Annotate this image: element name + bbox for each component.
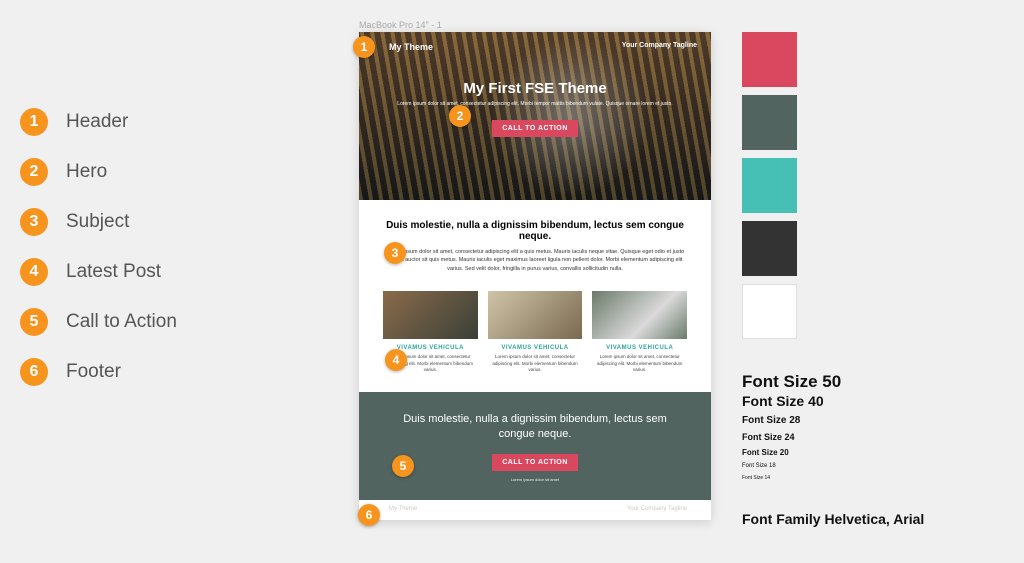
footer-tagline: Your Company Tagline <box>627 506 687 512</box>
badge-1: 1 <box>20 108 48 136</box>
page-mockup: My Theme Your Company Tagline My First F… <box>359 32 711 520</box>
cta-section: Duis molestie, nulla a dignissim bibendu… <box>359 392 711 500</box>
font-size-20: Font Size 20 <box>742 448 924 457</box>
annotation-pin-1: 1 <box>353 36 375 58</box>
subject-section: Duis molestie, nulla a dignissim bibendu… <box>359 200 711 287</box>
font-size-18: Font Size 18 <box>742 463 924 469</box>
hero-content: My First FSE Theme Lorem ipsum dolor sit… <box>359 52 711 137</box>
header-bar: My Theme Your Company Tagline <box>359 32 711 52</box>
frame-label: MacBook Pro 14" - 1 <box>359 20 442 30</box>
badge-5: 5 <box>20 308 48 336</box>
post-excerpt: Lorem ipsum dolor sit amet, consectetur … <box>592 354 687 374</box>
legend-label: Call to Action <box>66 311 177 333</box>
badge-3: 3 <box>20 208 48 236</box>
cta-button[interactable]: CALL TO ACTION <box>492 454 578 471</box>
company-tagline: Your Company Tagline <box>622 42 697 52</box>
legend-item-latest-post: 4 Latest Post <box>20 258 177 286</box>
post-thumbnail <box>592 291 687 339</box>
font-family: Font Family Helvetica, Arial <box>742 511 924 527</box>
font-size-28: Font Size 28 <box>742 415 924 426</box>
legend-label: Footer <box>66 361 121 383</box>
legend-item-cta: 5 Call to Action <box>20 308 177 336</box>
footer-brand: My Theme <box>389 506 417 512</box>
footer-section: My Theme Your Company Tagline <box>359 500 711 520</box>
annotation-pin-6: 6 <box>358 504 380 526</box>
annotation-pin-4: 4 <box>385 349 407 371</box>
swatch-teal <box>742 158 797 213</box>
brand-name: My Theme <box>389 42 433 52</box>
post-thumbnail <box>488 291 583 339</box>
font-size-24: Font Size 24 <box>742 432 924 442</box>
legend-item-subject: 3 Subject <box>20 208 177 236</box>
legend-label: Subject <box>66 211 129 233</box>
subject-heading: Duis molestie, nulla a dignissim bibendu… <box>383 220 687 242</box>
annotation-pin-2: 2 <box>449 105 471 127</box>
hero-subtitle: Lorem ipsum dolor sit amet, consectetur … <box>359 101 711 109</box>
legend-item-hero: 2 Hero <box>20 158 177 186</box>
swatch-slate <box>742 95 797 150</box>
subject-body: Lorem ipsum dolor sit amet, consectetur … <box>383 248 687 273</box>
post-thumbnail <box>383 291 478 339</box>
post-excerpt: Lorem ipsum dolor sit amet, consectetur … <box>488 354 583 374</box>
post-title[interactable]: VIVAMUS VEHICULA <box>592 345 687 351</box>
post-card: VIVAMUS VEHICULA Lorem ipsum dolor sit a… <box>488 291 583 374</box>
post-title[interactable]: VIVAMUS VEHICULA <box>488 345 583 351</box>
legend-item-header: 1 Header <box>20 108 177 136</box>
legend: 1 Header 2 Hero 3 Subject 4 Latest Post … <box>20 108 177 408</box>
font-size-40: Font Size 40 <box>742 393 924 409</box>
color-palette <box>742 32 797 347</box>
type-scale: Font Size 50 Font Size 40 Font Size 28 F… <box>742 372 924 527</box>
cta-heading: Duis molestie, nulla a dignissim bibendu… <box>387 412 683 443</box>
swatch-white <box>742 284 797 339</box>
hero-section: My Theme Your Company Tagline My First F… <box>359 32 711 200</box>
swatch-red <box>742 32 797 87</box>
font-size-50: Font Size 50 <box>742 372 924 392</box>
legend-item-footer: 6 Footer <box>20 358 177 386</box>
cta-subtext: Lorem ipsum dolor sit amet <box>387 477 683 482</box>
hero-title: My First FSE Theme <box>359 80 711 97</box>
annotation-pin-5: 5 <box>392 455 414 477</box>
post-card: VIVAMUS VEHICULA Lorem ipsum dolor sit a… <box>592 291 687 374</box>
swatch-dark <box>742 221 797 276</box>
latest-posts-section: VIVAMUS VEHICULA Lorem ipsum dolor sit a… <box>359 287 711 392</box>
legend-label: Latest Post <box>66 261 161 283</box>
badge-2: 2 <box>20 158 48 186</box>
badge-6: 6 <box>20 358 48 386</box>
legend-label: Header <box>66 111 128 133</box>
badge-4: 4 <box>20 258 48 286</box>
font-size-14: Font Size 14 <box>742 475 924 481</box>
annotation-pin-3: 3 <box>384 242 406 264</box>
legend-label: Hero <box>66 161 107 183</box>
hero-cta-button[interactable]: CALL TO ACTION <box>492 120 578 137</box>
